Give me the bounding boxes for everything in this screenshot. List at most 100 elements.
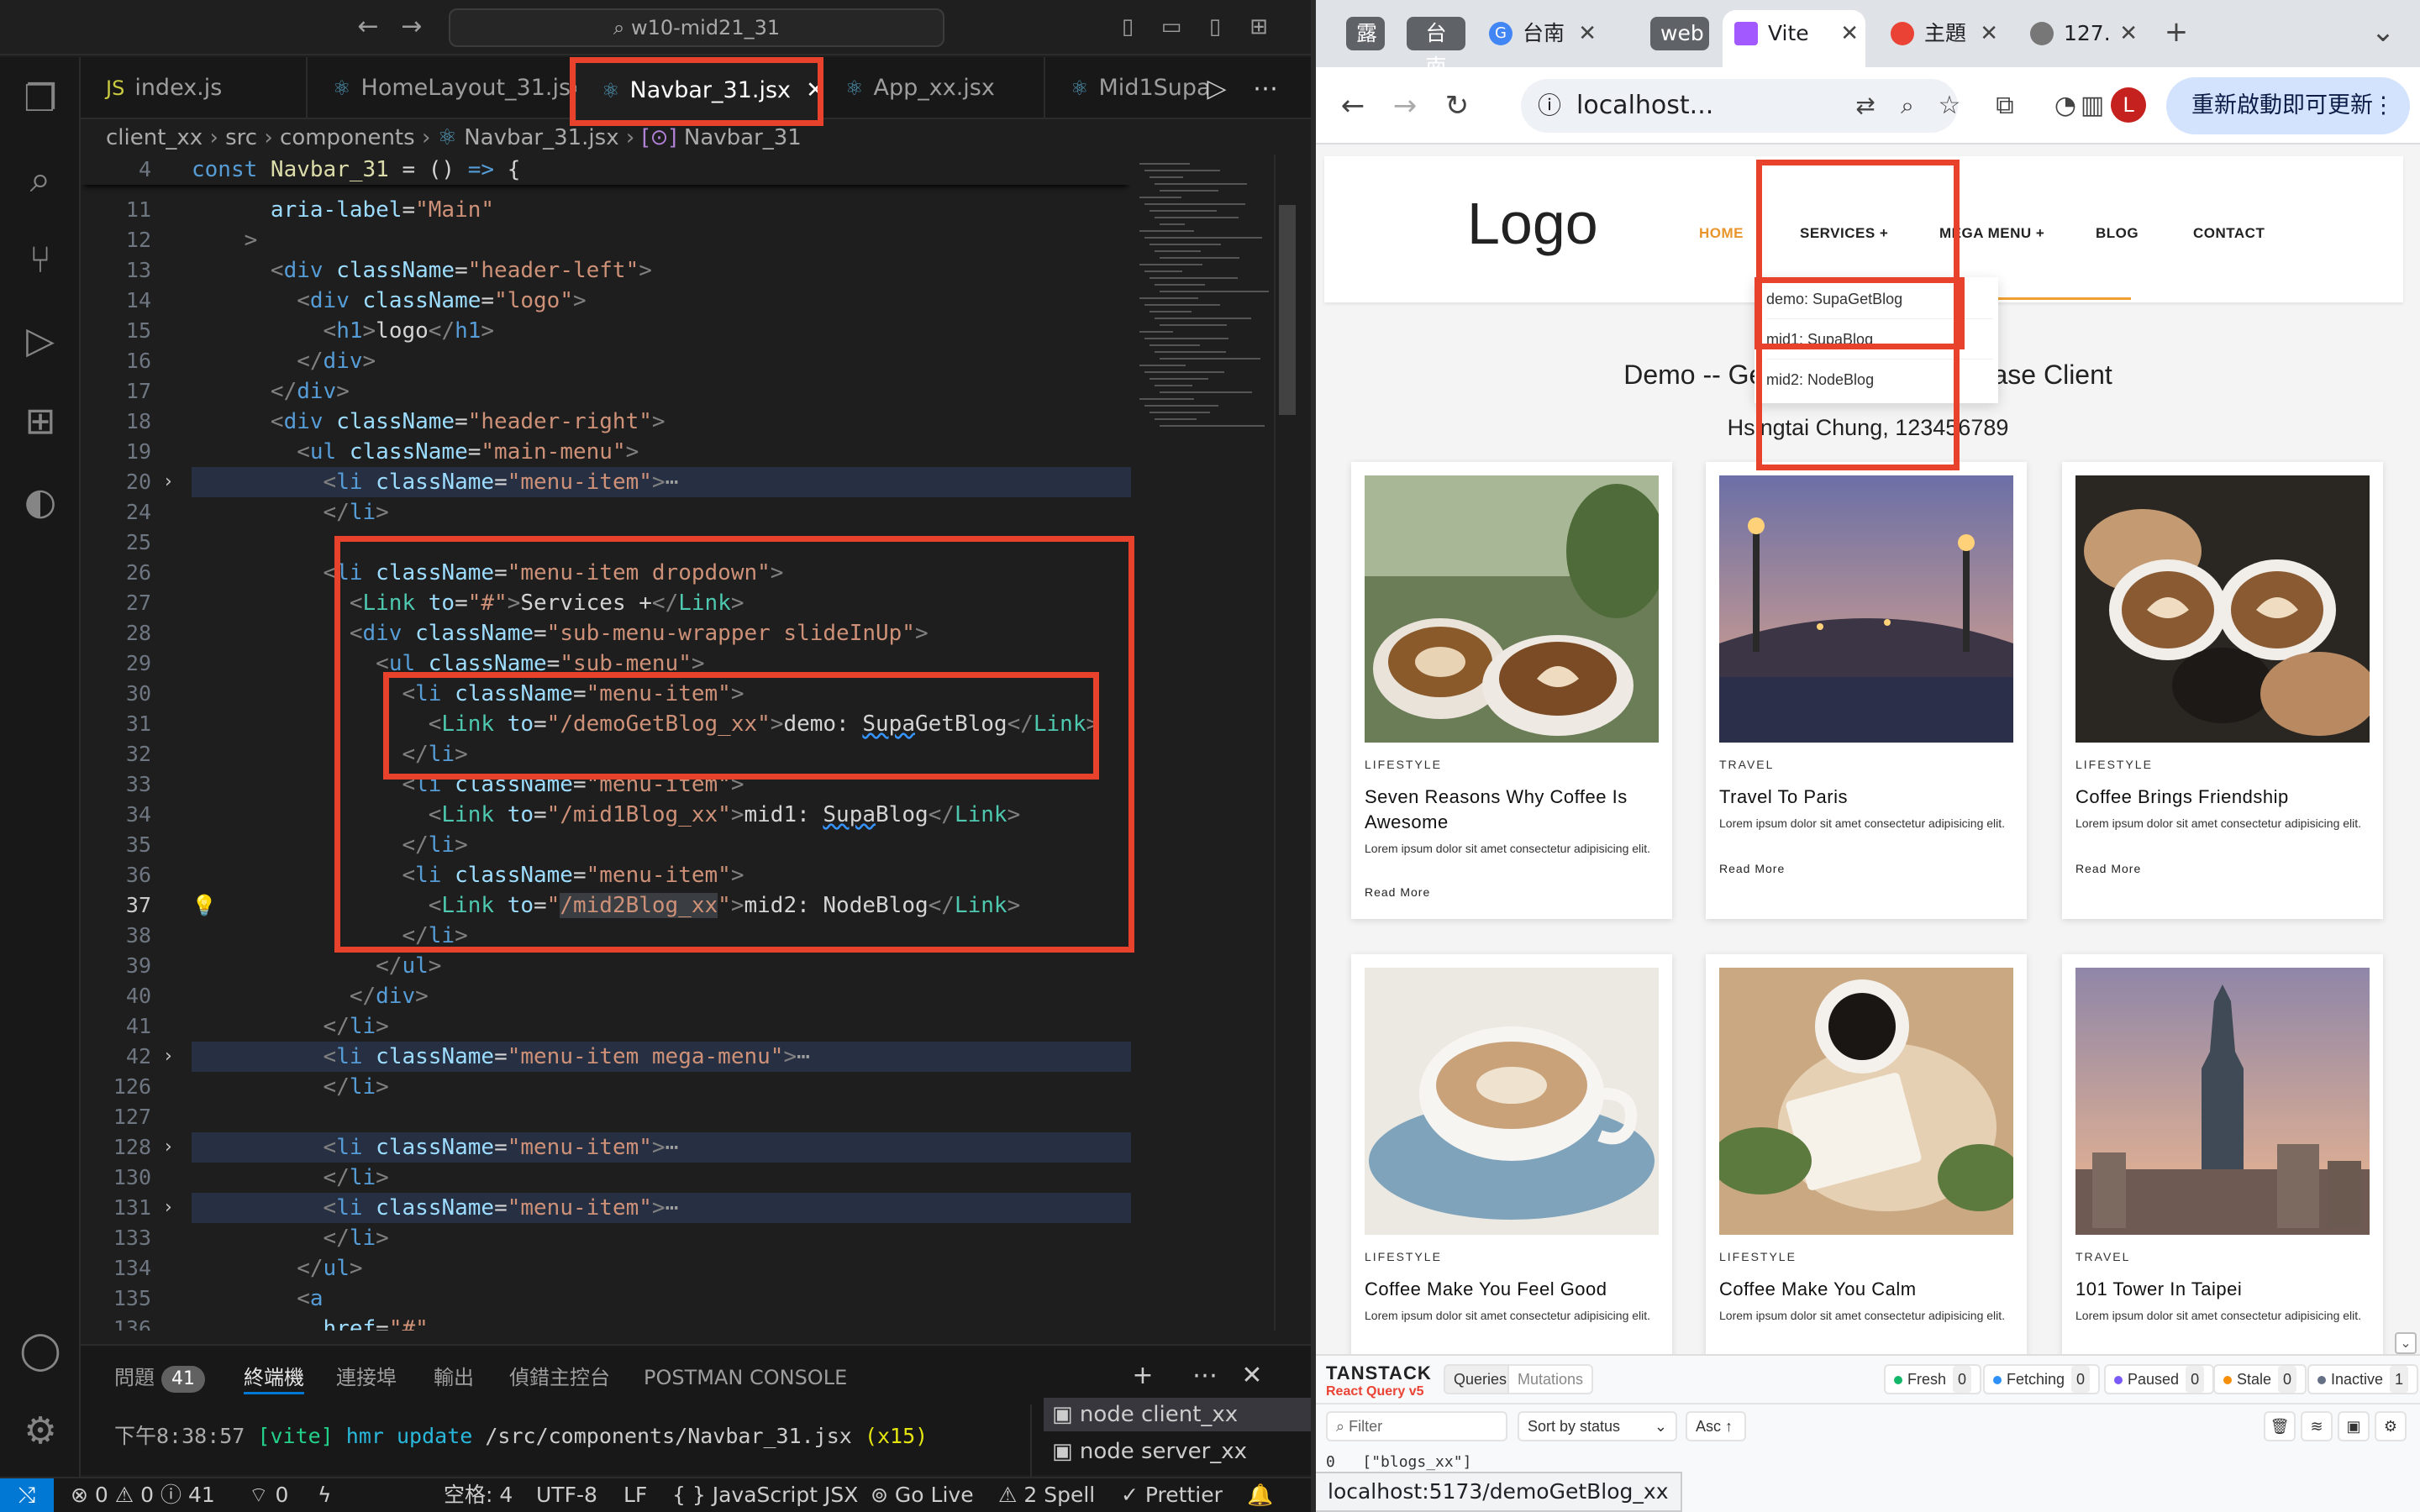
command-center-search[interactable]: ⌕ w10-mid21_31 — [449, 8, 944, 47]
panel-position-icon[interactable]: ▣ — [2338, 1411, 2370, 1441]
blog-card[interactable]: LIFESTYLE Coffee Make You Feel Good Lore… — [1351, 954, 1672, 1354]
blog-card[interactable]: TRAVEL Travel To Paris Lorem ipsum dolor… — [1706, 462, 2027, 919]
tab-group-chip[interactable]: web — [1650, 17, 1709, 50]
run-debug-icon[interactable]: ▷ — [15, 316, 66, 366]
filter-input[interactable]: ⌕ Filter — [1326, 1411, 1507, 1441]
close-icon[interactable]: ✕ — [2119, 10, 2138, 57]
scrollbar-thumb[interactable] — [1279, 205, 1296, 415]
spell-status[interactable]: ⚠ 2 Spell — [998, 1478, 1095, 1512]
zoom-icon[interactable]: ⌕ — [1887, 86, 1928, 126]
browser-tab-active[interactable]: Vite ✕ — [1723, 10, 1865, 67]
remote-indicator-icon[interactable]: ⤭ — [0, 1478, 54, 1512]
tab-postman-console[interactable]: POSTMAN CONSOLE — [644, 1361, 847, 1394]
minimap[interactable] — [1131, 155, 1274, 1331]
tab-terminal[interactable]: 終端機 — [244, 1361, 304, 1394]
tab-index-js[interactable]: JS index.js — [81, 57, 308, 119]
code-editor[interactable]: 4 const Navbar_31 = () => { 11 12 13 14 15 16… — [81, 155, 1131, 1331]
card-title[interactable]: Coffee Make You Calm — [1719, 1277, 2013, 1302]
tab-navbar[interactable]: ⚛ Navbar_31.jsx ✕ — [576, 57, 825, 119]
blog-card[interactable]: LIFESTYLE Seven Reasons Why Coffee Is Aw… — [1351, 462, 1672, 919]
tab-group-chip[interactable]: 台南 — [1407, 17, 1465, 79]
site-logo[interactable]: Logo — [1467, 190, 1598, 257]
card-title[interactable]: Travel To Paris — [1719, 785, 2013, 810]
explorer-icon[interactable]: ❐ — [15, 74, 66, 124]
menu-home[interactable]: HOME — [1699, 225, 1744, 242]
fold-chevron-icon[interactable]: › — [165, 1132, 172, 1163]
blog-card[interactable]: TRAVEL 101 Tower In Taipei Lorem ipsum d… — [2062, 954, 2383, 1354]
menu-contact[interactable]: CONTACT — [2193, 225, 2265, 242]
tab-mutations[interactable]: Mutations — [1507, 1364, 1594, 1394]
tab-problems[interactable]: 問題 41 — [114, 1361, 205, 1394]
trash-icon[interactable]: 🗑 — [2264, 1411, 2296, 1441]
tab-debug-console[interactable]: 偵錯主控台 — [509, 1361, 610, 1394]
breadcrumb-item[interactable]: src — [225, 125, 257, 150]
tab-queries[interactable]: Queries — [1444, 1364, 1518, 1394]
breadcrumb-item[interactable]: components — [280, 125, 415, 150]
toggle-panel-icon[interactable]: ▭ — [1156, 12, 1186, 42]
extensions-icon[interactable]: ⊞ — [15, 396, 66, 447]
source-control-icon[interactable]: ⑂ — [15, 235, 66, 286]
browser-tab[interactable]: 127. ✕ — [2018, 10, 2144, 67]
lightning-icon[interactable]: ϟ — [318, 1478, 332, 1512]
ports-status[interactable]: ⌔ 0 — [249, 1478, 288, 1512]
profile-avatar[interactable]: L — [2111, 87, 2146, 123]
dropdown-item-mid2[interactable]: mid2: NodeBlog — [1766, 360, 1993, 400]
tab-app[interactable]: ⚛ App_xx.jsx — [820, 57, 1045, 119]
back-arrow-icon[interactable]: ← — [1333, 86, 1373, 126]
new-tab-icon[interactable]: + — [2156, 12, 2196, 52]
card-read-more[interactable]: Read More — [2075, 862, 2141, 875]
terminal-output[interactable]: 下午8:38:57 [vite] hmr update /src/compone… — [114, 1420, 928, 1450]
status-inactive[interactable]: Inactive 1 — [2307, 1364, 2419, 1394]
encoding-status[interactable]: UTF-8 — [536, 1478, 597, 1512]
dropdown-item-mid1[interactable]: mid1: SupaBlog — [1766, 319, 1993, 360]
wifi-icon[interactable]: ≋ — [2301, 1411, 2333, 1441]
customize-layout-icon[interactable]: ⊞ — [1244, 12, 1274, 42]
terminal-item[interactable]: ▣ node client_xx — [1044, 1398, 1313, 1431]
go-live-button[interactable]: ⊚ Go Live — [871, 1478, 974, 1512]
fold-chevron-icon[interactable]: › — [165, 1193, 172, 1223]
search-icon[interactable]: ⌕ — [15, 155, 66, 205]
toggle-sidebar-icon[interactable]: ▯ — [1113, 12, 1143, 42]
status-paused[interactable]: Paused 0 — [2104, 1364, 2215, 1394]
vertical-scrollbar[interactable] — [1274, 155, 1297, 1331]
query-row[interactable]: 0 ["blogs_xx"] — [1326, 1453, 1471, 1471]
more-actions-icon[interactable]: ⋯ — [1250, 74, 1281, 104]
indentation-status[interactable]: 空格: 4 — [444, 1478, 513, 1512]
side-panel-icon[interactable]: ▥ — [2072, 86, 2112, 126]
run-icon[interactable]: ▷ — [1202, 74, 1232, 104]
update-button[interactable]: 重新啟動即可更新 ⋮ — [2166, 77, 2410, 134]
browser-tab[interactable]: G 台南 ✕ — [1477, 10, 1603, 67]
card-title[interactable]: Coffee Brings Friendship — [2075, 785, 2370, 810]
remote-explorer-icon[interactable]: ◐ — [15, 477, 66, 528]
blog-card[interactable]: LIFESTYLE Coffee Make You Calm Lorem ips… — [1706, 954, 2027, 1354]
more-actions-icon[interactable]: ⋯ — [1190, 1361, 1220, 1391]
reload-icon[interactable]: ↻ — [1437, 86, 1477, 126]
problems-status[interactable]: ⊗ 0 ⚠ 0 ⓘ 41 — [71, 1478, 215, 1512]
tab-mid1supa[interactable]: ⚛ Mid1Supa — [1045, 57, 1213, 119]
close-icon[interactable]: ✕ — [1578, 10, 1597, 57]
card-title[interactable]: Coffee Make You Feel Good — [1365, 1277, 1659, 1302]
toggle-secondary-sidebar-icon[interactable]: ▯ — [1200, 12, 1230, 42]
bookmark-star-icon[interactable]: ☆ — [1929, 86, 1970, 126]
tab-ports[interactable]: 連接埠 — [336, 1361, 397, 1394]
notifications-bell-icon[interactable]: 🔔 — [1247, 1478, 1273, 1512]
blog-card[interactable]: LIFESTYLE Coffee Brings Friendship Lorem… — [2062, 462, 2383, 919]
card-read-more[interactable]: Read More — [1365, 885, 1430, 899]
status-stale[interactable]: Stale 0 — [2213, 1364, 2307, 1394]
breadcrumb-item[interactable]: client_xx — [106, 125, 203, 150]
prettier-status[interactable]: ✓ Prettier — [1121, 1478, 1223, 1512]
language-status[interactable]: { } JavaScript JSX — [672, 1478, 858, 1512]
close-icon[interactable]: ✕ — [1980, 10, 1998, 57]
card-title[interactable]: 101 Tower In Taipei — [2075, 1277, 2370, 1302]
menu-mega-menu[interactable]: MEGA MENU + — [1939, 225, 2044, 242]
tab-output[interactable]: 輸出 — [434, 1361, 474, 1394]
order-toggle[interactable]: Asc ↑ — [1686, 1411, 1746, 1441]
eol-status[interactable]: LF — [623, 1478, 647, 1512]
tab-search-icon[interactable]: ⌄ — [2363, 12, 2403, 52]
tab-group-chip[interactable]: 露 — [1346, 17, 1385, 50]
new-terminal-icon[interactable]: + — [1128, 1361, 1158, 1391]
terminal-item[interactable]: ▣ node server_xx — [1044, 1435, 1313, 1468]
close-icon[interactable]: ✕ — [1840, 10, 1859, 57]
extensions-puzzle-icon[interactable]: ⧉ — [1985, 86, 2025, 126]
forward-arrow-icon[interactable]: → — [1385, 86, 1425, 126]
